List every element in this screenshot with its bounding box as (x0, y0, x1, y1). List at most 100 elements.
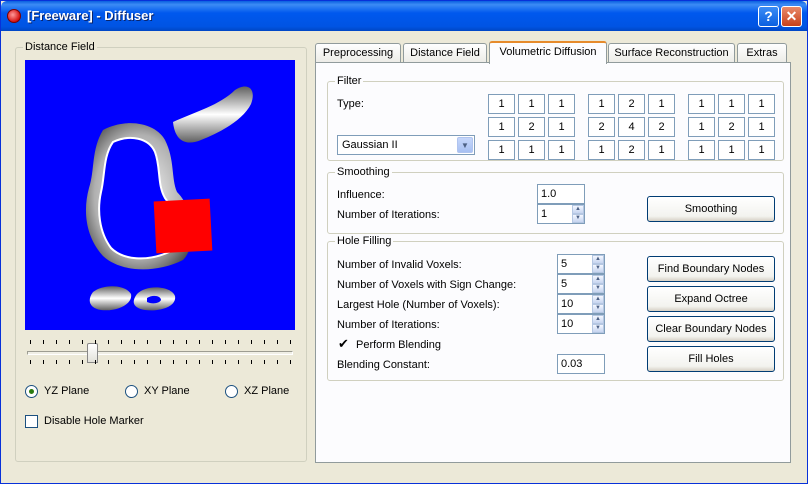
slider-tick (82, 360, 83, 364)
slider-tick (43, 340, 44, 344)
smoothing-group-label: Smoothing (335, 166, 392, 178)
kernel-cell[interactable]: 1 (748, 94, 775, 114)
tab-volumetric-diffusion[interactable]: Volumetric Diffusion (489, 41, 607, 64)
find-boundary-nodes-button[interactable]: Find Boundary Nodes (647, 256, 775, 282)
kernel-cell[interactable]: 1 (718, 140, 745, 160)
tab-extras[interactable]: Extras (737, 43, 787, 63)
kernel-cell[interactable]: 1 (548, 94, 575, 114)
hole-iterations-spinner[interactable]: 10 ▲ ▼ (557, 314, 605, 334)
perform-blending-checkbox[interactable]: ✔ (337, 337, 350, 351)
influence-input[interactable]: 1.0 (537, 184, 585, 204)
spin-up-icon[interactable]: ▲ (592, 255, 604, 264)
slider-tick (160, 360, 161, 364)
slider-tick (30, 360, 31, 364)
distance-field-view[interactable] (25, 60, 295, 330)
kernel-cell[interactable]: 1 (748, 117, 775, 137)
xy-plane-label[interactable]: XY Plane (144, 385, 190, 397)
xy-plane-radio[interactable] (125, 385, 138, 398)
kernel-cell[interactable]: 2 (618, 140, 645, 160)
sign-change-spinner[interactable]: 5 ▲ ▼ (557, 274, 605, 294)
help-button[interactable]: ? (758, 6, 779, 27)
blending-constant-input[interactable]: 0.03 (557, 354, 605, 374)
kernel-cell[interactable]: 1 (518, 94, 545, 114)
invalid-voxels-label: Number of Invalid Voxels: (337, 259, 462, 271)
spin-up-icon[interactable]: ▲ (592, 315, 604, 324)
kernel-cell[interactable]: 2 (618, 94, 645, 114)
slider-tick (251, 340, 252, 344)
slider-tick (186, 360, 187, 364)
tab-distance-field[interactable]: Distance Field (403, 43, 487, 63)
sign-change-value: 5 (561, 278, 568, 290)
xz-plane-label[interactable]: XZ Plane (244, 385, 289, 397)
disable-hole-marker-checkbox[interactable] (25, 415, 38, 428)
app-icon[interactable] (7, 9, 21, 23)
invalid-voxels-spinner[interactable]: 5 ▲ ▼ (557, 254, 605, 274)
slider-tick (264, 360, 265, 364)
kernel-cell[interactable]: 2 (588, 117, 615, 137)
spin-up-icon[interactable]: ▲ (592, 275, 604, 284)
kernel-cell[interactable]: 2 (518, 117, 545, 137)
clear-boundary-nodes-button[interactable]: Clear Boundary Nodes (647, 316, 775, 342)
kernel-cell[interactable]: 1 (548, 140, 575, 160)
spin-down-icon[interactable]: ▼ (592, 264, 604, 273)
kernel-cell[interactable]: 1 (648, 94, 675, 114)
yz-plane-label[interactable]: YZ Plane (44, 385, 89, 397)
slider-tick (238, 340, 239, 344)
spin-down-icon[interactable]: ▼ (592, 304, 604, 313)
kernel-matrix-1: 111121111 (488, 94, 575, 160)
kernel-cell[interactable]: 1 (688, 94, 715, 114)
perform-blending-label[interactable]: Perform Blending (356, 339, 441, 351)
kernel-cell[interactable]: 1 (648, 140, 675, 160)
slider-tick (56, 340, 57, 344)
expand-octree-button[interactable]: Expand Octree (647, 286, 775, 312)
title-bar[interactable]: [Freeware] - Diffuser ? ✕ (1, 1, 807, 31)
largest-hole-spinner[interactable]: 10 ▲ ▼ (557, 294, 605, 314)
slider-tick (199, 360, 200, 364)
disable-hole-marker-label[interactable]: Disable Hole Marker (44, 415, 144, 427)
slider-tick (290, 340, 291, 344)
close-button[interactable]: ✕ (781, 6, 802, 27)
slider-track[interactable] (27, 351, 293, 355)
kernel-cell[interactable]: 1 (488, 94, 515, 114)
kernel-cell[interactable]: 1 (488, 117, 515, 137)
yz-plane-radio[interactable] (25, 385, 38, 398)
slider-tick (173, 360, 174, 364)
slider-tick (56, 360, 57, 364)
smoothing-button[interactable]: Smoothing (647, 196, 775, 222)
spin-up-icon[interactable]: ▲ (572, 205, 584, 214)
filter-group-label: Filter (335, 75, 364, 87)
kernel-cell[interactable]: 1 (588, 140, 615, 160)
kernel-cell[interactable]: 1 (748, 140, 775, 160)
slider-tick (121, 340, 122, 344)
xz-plane-radio[interactable] (225, 385, 238, 398)
hole-marker (153, 198, 213, 254)
kernel-cell[interactable]: 1 (548, 117, 575, 137)
kernel-cell[interactable]: 1 (518, 140, 545, 160)
influence-label: Influence: (337, 189, 385, 201)
smoothing-iterations-spinner[interactable]: 1 ▲ ▼ (537, 204, 585, 224)
slider-thumb[interactable] (87, 343, 98, 363)
spin-down-icon[interactable]: ▼ (592, 284, 604, 293)
spin-down-icon[interactable]: ▼ (592, 324, 604, 333)
kernel-cell[interactable]: 2 (648, 117, 675, 137)
tab-surface-reconstruction[interactable]: Surface Reconstruction (608, 43, 735, 63)
slider-tick (82, 340, 83, 344)
kernel-cell[interactable]: 4 (618, 117, 645, 137)
slider-tick (277, 360, 278, 364)
kernel-cell[interactable]: 1 (718, 94, 745, 114)
kernel-cell[interactable]: 1 (688, 140, 715, 160)
spin-up-icon[interactable]: ▲ (592, 295, 604, 304)
kernel-cell[interactable]: 1 (688, 117, 715, 137)
spin-down-icon[interactable]: ▼ (572, 214, 584, 223)
chevron-down-icon[interactable]: ▼ (457, 137, 473, 153)
slider-tick (290, 360, 291, 364)
slider-tick (225, 360, 226, 364)
tab-preprocessing[interactable]: Preprocessing (315, 43, 401, 63)
slider-tick (212, 340, 213, 344)
kernel-cell[interactable]: 1 (488, 140, 515, 160)
kernel-cell[interactable]: 2 (718, 117, 745, 137)
slider-tick (43, 360, 44, 364)
filter-type-select[interactable]: Gaussian II ▼ (337, 135, 475, 155)
kernel-cell[interactable]: 1 (588, 94, 615, 114)
fill-holes-button[interactable]: Fill Holes (647, 346, 775, 372)
